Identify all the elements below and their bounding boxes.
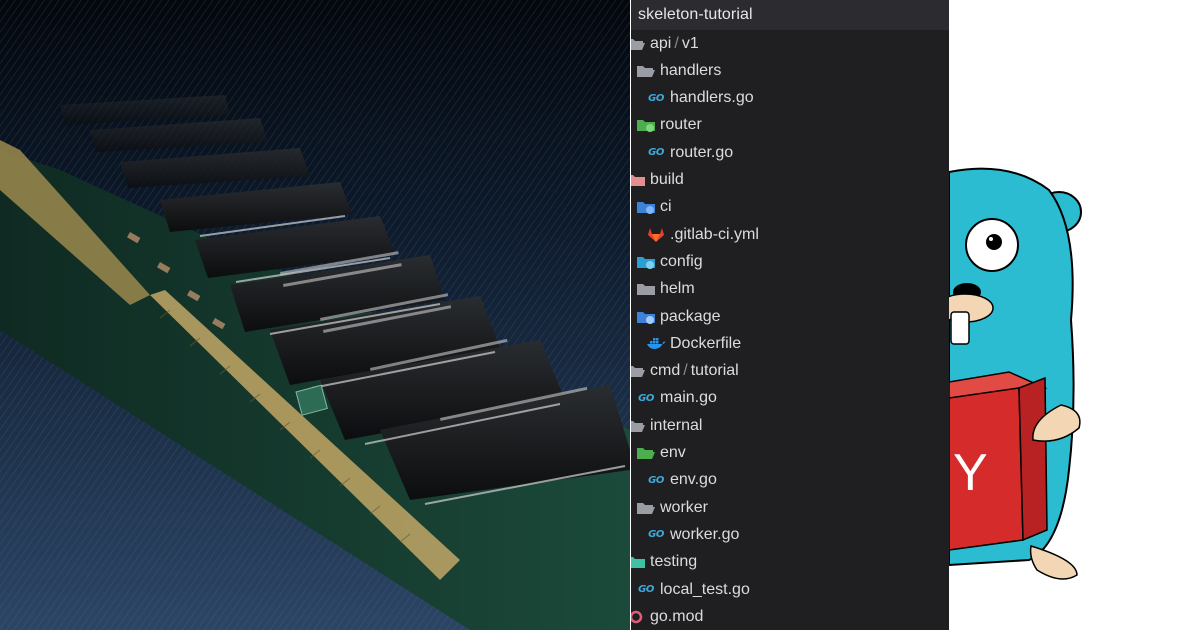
tree-item-label: tutorial [690, 362, 739, 380]
docker-icon [645, 335, 667, 353]
go-file-icon: GO [638, 392, 654, 404]
tree-item-label: router.go [670, 143, 734, 161]
box-letter: Y [953, 444, 988, 502]
ram-module-photo [0, 0, 630, 630]
tree-item-env-go[interactable]: GO env.go [645, 467, 717, 494]
tree-item-label: cmd [650, 362, 681, 380]
testing-folder-icon [631, 553, 647, 571]
tree-item-label: config [660, 252, 703, 270]
package-folder-icon [635, 308, 657, 326]
go-gopher-illustration: Y [949, 0, 1200, 630]
tree-item-label: Dockerfile [670, 334, 742, 352]
project-root-header[interactable]: skeleton-tutorial [631, 0, 949, 30]
tree-item-handlers-go[interactable]: GO handlers.go [645, 85, 754, 112]
folder-icon [635, 280, 657, 298]
tree-item-label: go.mod [650, 607, 704, 625]
tree-item-label: testing [650, 553, 698, 571]
go-file-icon: GO [638, 584, 654, 595]
tree-item-label: worker.go [670, 525, 740, 543]
tree-item-label: worker [660, 498, 709, 516]
tree-item-go-mod[interactable]: go.mod [631, 603, 703, 630]
file-tree-panel: skeleton-tutorial api / v1 handlers GO handle… [631, 0, 949, 630]
router-folder-icon [635, 116, 657, 134]
tree-item-label: handlers [660, 61, 722, 79]
tree-item-ci[interactable]: ci [635, 194, 672, 221]
tree-item-api-v1[interactable]: api / v1 [631, 30, 699, 57]
tree-item-label: internal [650, 416, 703, 434]
path-separator: / [683, 362, 688, 380]
tree-item-env[interactable]: env [635, 440, 686, 467]
tree-item-label: .gitlab-ci.yml [670, 225, 759, 243]
tree-item-local_test-go[interactable]: GO local_test.go [635, 576, 750, 603]
go-mod-icon [631, 608, 647, 626]
tree-item-internal[interactable]: internal [631, 412, 702, 439]
go-file-icon: GO [648, 529, 664, 541]
tree-item-label: build [650, 171, 684, 188]
tree-item-Dockerfile[interactable]: Dockerfile [645, 330, 741, 357]
path-separator: / [674, 34, 679, 52]
tree-item-label: helm [660, 280, 695, 298]
ci-folder-icon [635, 198, 657, 216]
go-file-icon: GO [648, 474, 664, 486]
tree-item-package[interactable]: package [635, 303, 721, 330]
folder-open-icon [631, 417, 647, 435]
tree-item-label: main.go [660, 389, 717, 407]
tree-item-handlers[interactable]: handlers [635, 57, 721, 84]
config-folder-icon [635, 253, 657, 271]
build-folder-icon [631, 171, 647, 189]
tree-item-label: v1 [681, 34, 699, 52]
folder-open-icon [635, 62, 657, 80]
folder-open-icon [631, 362, 647, 380]
tree-item-label: env [660, 444, 686, 461]
tree-item-label: handlers.go [670, 89, 754, 107]
tree-item-label: package [660, 307, 721, 325]
tree-item-helm[interactable]: helm [635, 276, 695, 303]
tree-item-cmd-tutorial[interactable]: cmd / tutorial [631, 358, 739, 385]
go-file-icon: GO [648, 92, 664, 104]
tree-item-gitlab-ci-yml[interactable]: .gitlab-ci.yml [645, 221, 759, 248]
tree-item-label: local_test.go [660, 580, 750, 598]
tree-item-router[interactable]: router [635, 112, 702, 139]
tree-item-label: router [660, 116, 702, 134]
tree-item-main-go[interactable]: GO main.go [635, 385, 717, 412]
tree-item-router-go[interactable]: GO router.go [645, 139, 733, 166]
tree-item-testing[interactable]: testing [631, 549, 697, 576]
tree-item-config[interactable]: config [635, 248, 703, 275]
gitlab-icon [645, 226, 667, 244]
tree-item-label: ci [660, 198, 672, 216]
tree-item-worker[interactable]: worker [635, 494, 708, 521]
env-folder-icon [635, 444, 657, 462]
tree-item-worker-go[interactable]: GO worker.go [645, 521, 739, 548]
folder-open-icon [631, 35, 647, 53]
go-file-icon: GO [648, 147, 664, 159]
project-root-label: skeleton-tutorial [638, 6, 753, 23]
tree-item-label: api [650, 34, 672, 52]
tree-item-build[interactable]: build [631, 167, 684, 194]
folder-open-icon [635, 499, 657, 517]
tree-item-label: env.go [670, 471, 717, 489]
